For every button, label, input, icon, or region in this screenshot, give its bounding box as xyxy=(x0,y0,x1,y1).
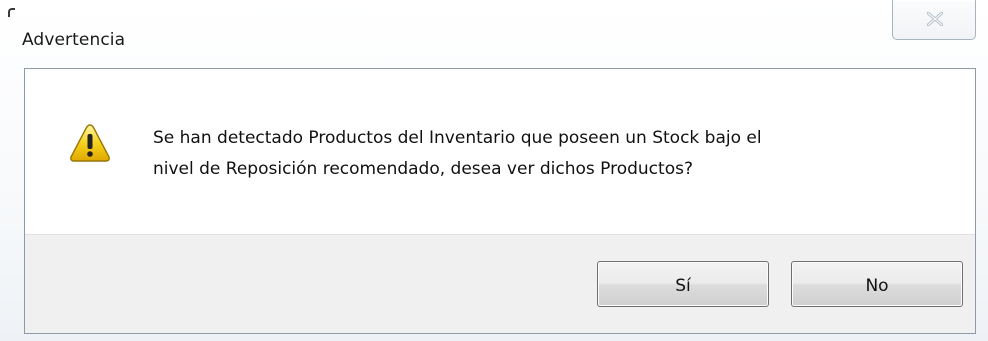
message-area: Se han detectado Productos del Inventari… xyxy=(25,69,975,237)
close-icon xyxy=(927,12,943,26)
message-line-1: Se han detectado Productos del Inventari… xyxy=(153,128,762,148)
no-button[interactable]: No xyxy=(791,261,963,307)
warning-message: Se han detectado Productos del Inventari… xyxy=(153,123,933,185)
message-line-2: nivel de Reposición recomendado, desea v… xyxy=(153,159,693,179)
yes-button[interactable]: Sí xyxy=(597,261,769,307)
close-button[interactable] xyxy=(892,0,976,40)
dialog-window: Advertencia Se han detectado Productos d… xyxy=(0,0,988,341)
button-bar: Sí No xyxy=(25,234,975,333)
window-corner-mark xyxy=(8,8,15,17)
dialog-client-area: Se han detectado Productos del Inventari… xyxy=(24,68,976,334)
warning-icon xyxy=(70,124,110,162)
window-title: Advertencia xyxy=(22,30,126,50)
